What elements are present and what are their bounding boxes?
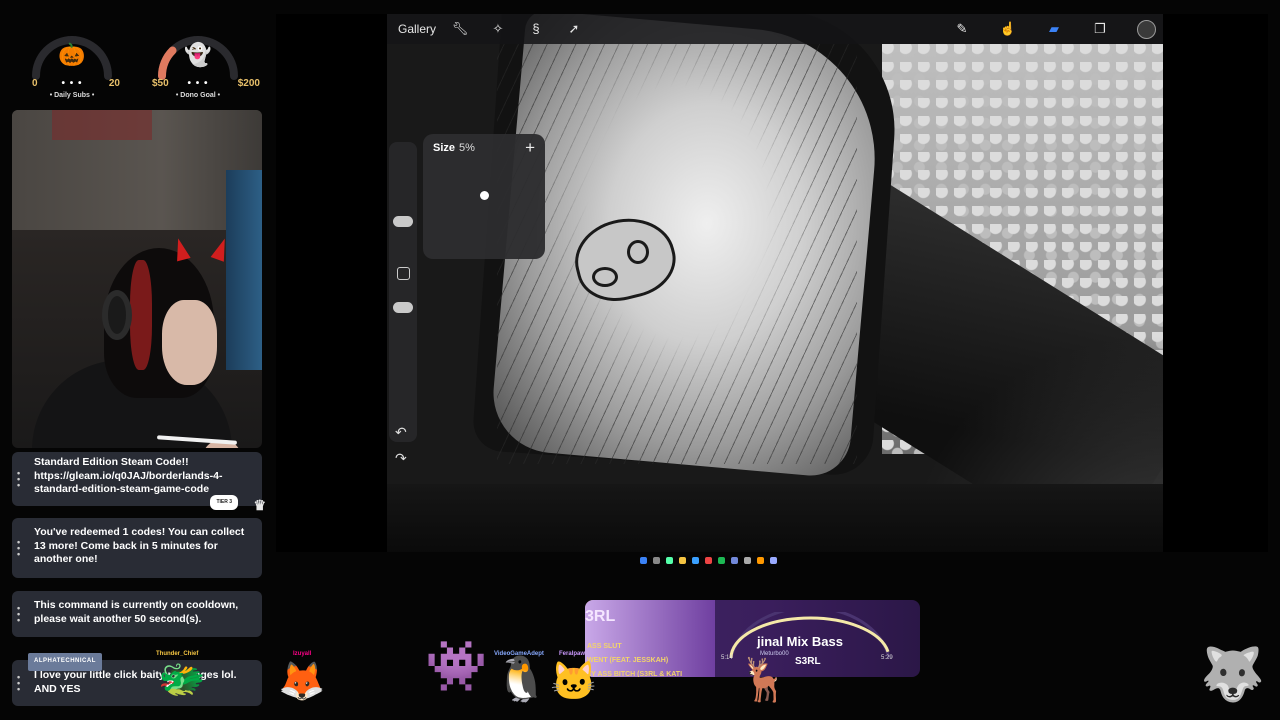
time-total: 5:29	[881, 655, 893, 661]
chat-message-text: This command is currently on cooldown, p…	[34, 599, 239, 625]
wrench-icon[interactable]: 🔧︎	[451, 20, 469, 38]
tier-badge: TIER 3	[210, 494, 238, 510]
start-icon[interactable]	[640, 556, 647, 564]
subs-max: 20	[108, 78, 120, 89]
app-icon[interactable]	[744, 556, 751, 564]
app-icon[interactable]	[705, 556, 712, 564]
dono-min: $50	[152, 78, 169, 89]
subs-dots: • • •	[61, 78, 83, 89]
size-label: Size	[433, 142, 456, 154]
app-icon[interactable]	[666, 556, 673, 564]
daily-subs-gauge: 🎃 0 • • • 20 • Daily Subs •	[24, 12, 120, 102]
plus-icon[interactable]: +	[525, 138, 535, 158]
chat-message-text: I love your little click baity messages …	[34, 669, 237, 695]
chat-message-text: Standard Edition Steam Code!! https://gl…	[34, 456, 223, 495]
green-monster-icon: 👾	[425, 638, 488, 694]
redo-icon[interactable]: ↷	[395, 450, 407, 467]
chat-app-icon[interactable]	[731, 556, 738, 564]
crown-icon: ♛	[253, 496, 266, 513]
mascot-name: Thunder_Chief	[156, 651, 199, 657]
ghost-icon: 👻	[184, 42, 212, 67]
opacity-slider[interactable]	[393, 302, 413, 313]
music-icon[interactable]	[718, 556, 725, 564]
reindeer-icon: 🦌	[738, 656, 791, 703]
green-dragon-icon: 🐲	[158, 659, 206, 701]
app-icon[interactable]	[770, 556, 777, 564]
eraser-icon[interactable]: ▰	[1045, 20, 1063, 38]
brush-icon[interactable]: ✎	[953, 20, 971, 38]
brush-size-slider[interactable]	[393, 216, 413, 227]
mascot-name: Izuyall	[293, 651, 312, 657]
chat-message-text: You've redeemed 1 codes! You can collect…	[34, 526, 245, 565]
pumpkin-icon: 🎃	[58, 42, 86, 67]
album-art: 3RL ASS SLUT WENT (FEAT. JESSKAH) ZY ASS…	[585, 600, 715, 677]
move-arrow-icon[interactable]: ➚	[565, 20, 583, 38]
album-logo: 3RL	[585, 608, 616, 625]
taskbar	[640, 555, 900, 565]
magic-wand-icon[interactable]: ✧	[489, 20, 507, 38]
message-dots-icon: • • •	[17, 468, 21, 490]
chat-message: • • • You've redeemed 1 codes! You can col…	[12, 518, 262, 578]
top-toolbar: Gallery 🔧︎ ✧ § ➚ ✎ ☝ ▰ ❐	[387, 14, 1163, 44]
webcam-feed	[12, 110, 262, 448]
chat-username: ALPHATECHNICAL	[28, 653, 102, 671]
color-swatch-icon[interactable]	[1137, 20, 1156, 39]
chat-message: • • • This command is currently on cooldow…	[12, 591, 262, 637]
dono-max: $200	[237, 78, 260, 89]
selection-icon[interactable]: §	[527, 20, 545, 38]
mascot-name: Feralpaw	[559, 651, 586, 657]
track-artist: S3RL	[795, 656, 821, 667]
dono-caption: • Dono Goal •	[175, 92, 221, 99]
dono-dots: • • •	[187, 78, 209, 89]
app-icon[interactable]	[757, 556, 764, 564]
dono-goal-fill	[158, 46, 177, 80]
folder-icon[interactable]	[679, 556, 686, 564]
time-elapsed: 5:14	[721, 655, 733, 661]
brush-preview-dot	[480, 191, 489, 200]
procreate-window: Gallery 🔧︎ ✧ § ➚ ✎ ☝ ▰ ❐ ↶ ↷ Size 5% +	[387, 14, 1163, 552]
subs-min: 0	[32, 78, 38, 89]
red-wolf-icon: 🐺	[1200, 646, 1265, 704]
white-fox-icon: 🦊	[278, 661, 326, 703]
smudge-icon[interactable]: ☝	[999, 20, 1017, 38]
message-dots-icon: • • •	[17, 672, 21, 694]
cat-hoodie-icon: 🐱	[550, 661, 598, 703]
size-popup: Size 5% +	[423, 134, 545, 259]
search-icon[interactable]	[653, 556, 660, 564]
message-dots-icon: • • •	[17, 537, 21, 559]
dono-goal-gauge: 👻 $50 • • • $200 • Dono Goal •	[150, 12, 260, 102]
track-title: jinal Mix Bass	[757, 634, 843, 649]
chat-message: ALPHATECHNICAL • • • I love your little cl…	[12, 653, 262, 706]
album-tracklist: ASS SLUT WENT (FEAT. JESSKAH) ZY ASS BIT…	[587, 643, 683, 677]
size-value: 5%	[459, 142, 475, 154]
gallery-button[interactable]: Gallery	[398, 22, 436, 36]
brush-sidebar: ↶ ↷	[389, 142, 417, 466]
undo-icon[interactable]: ↶	[395, 424, 407, 441]
drawing-canvas[interactable]	[387, 14, 1163, 552]
subs-caption: • Daily Subs •	[49, 92, 95, 99]
chat-message: • • • Standard Edition Steam Code!! https:…	[12, 452, 266, 511]
layers-icon[interactable]: ❐	[1091, 20, 1109, 38]
penguin-icon: 🐧	[494, 655, 549, 704]
browser-icon[interactable]	[692, 556, 699, 564]
message-dots-icon: • • •	[17, 603, 21, 625]
modify-button[interactable]	[397, 267, 410, 280]
